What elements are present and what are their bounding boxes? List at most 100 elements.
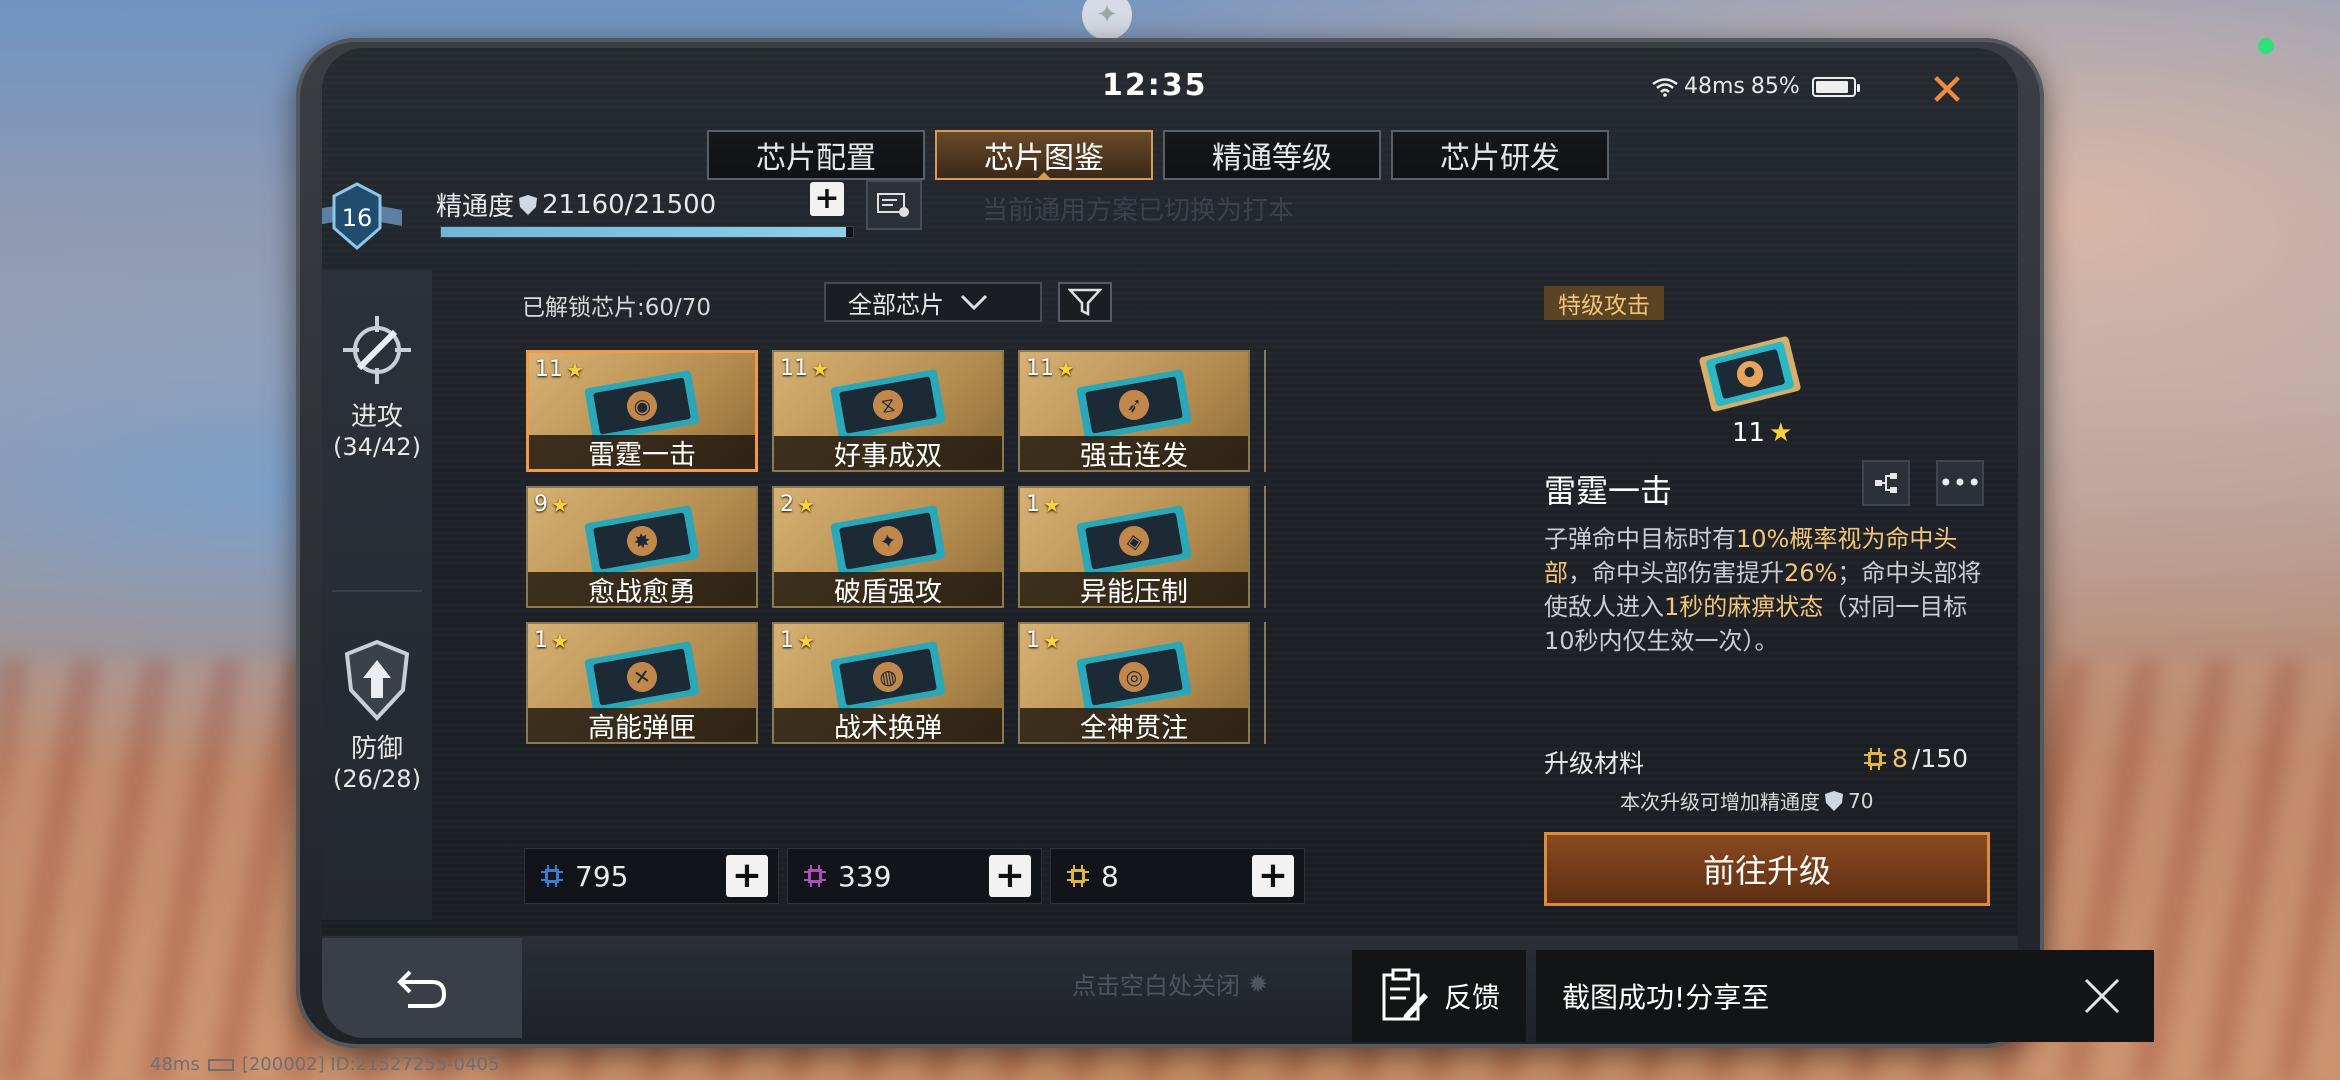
chip-name: 全神贯注 — [1020, 708, 1248, 742]
chip-name: 雷霆一击 — [529, 435, 755, 469]
star-icon: ★ — [1043, 492, 1061, 517]
chip-card[interactable]: 1★⚡狂猛奔袭 — [1264, 622, 1266, 744]
side-nav-defense[interactable]: 防御 (26/28) — [322, 638, 432, 793]
chip-name: 好事成双 — [774, 436, 1002, 470]
star-icon: ★ — [1043, 628, 1061, 653]
chip-level-value: 1 — [780, 628, 794, 653]
chip-art-icon: ✦ — [830, 505, 946, 577]
star-icon: ★ — [797, 628, 815, 653]
chip-level-value: 11 — [780, 356, 808, 381]
wifi-icon — [1652, 77, 1678, 97]
battery-text: 85% — [1750, 74, 1800, 99]
resource-add-button[interactable]: + — [989, 855, 1031, 897]
scheme-icon — [877, 193, 909, 217]
back-button[interactable] — [322, 938, 522, 1038]
selected-chip-level-value: 11 — [1732, 418, 1766, 448]
mastery-value: 21160/21500 — [542, 189, 717, 220]
selected-chip-name: 雷霆一击 — [1544, 472, 1673, 510]
selected-chip-level: 11 ★ — [1732, 418, 1792, 448]
back-arrow-icon — [397, 970, 447, 1008]
chip-card[interactable]: 1★⟋格斗大师 — [1264, 486, 1266, 608]
close-icon[interactable]: ✕ — [1922, 66, 1972, 116]
chip-filter-select[interactable]: 全部芯片 — [824, 282, 1042, 322]
mastery-label: 精通度 — [436, 192, 515, 222]
upgrade-note-prefix: 本次升级可增加精通度 — [1620, 790, 1820, 814]
chip-card[interactable]: 1 ★ ◎ 全神贯注 — [1018, 622, 1250, 744]
chip-name: 破盾强攻 — [774, 572, 1002, 606]
resource-item: 8 + — [1050, 848, 1305, 904]
go-upgrade-button[interactable]: 前往升级 — [1544, 832, 1990, 906]
tab-3[interactable]: 芯片研发 — [1391, 130, 1609, 180]
tab-1[interactable]: 芯片图鉴 — [935, 130, 1153, 180]
side-nav: 进攻 (34/42) 防御 (26/28) — [322, 270, 432, 920]
chip-level-value: 1 — [534, 628, 548, 653]
chip-card[interactable]: 1 ★ ◍ 战术换弹 — [772, 622, 1004, 744]
defense-shield-icon — [344, 639, 410, 721]
resource-item: 339 + — [787, 848, 1042, 904]
gold-chip-material-icon — [1864, 747, 1886, 770]
scheme-switch-button[interactable] — [866, 180, 922, 230]
chip-card[interactable]: 11 ★ ⧖ 好事成双 — [772, 350, 1004, 472]
tab-0[interactable]: 芯片配置 — [707, 130, 925, 180]
chip-card[interactable]: 11 ★ ◉ 雷霆一击 — [526, 350, 758, 472]
blue-chip-material-icon — [541, 865, 563, 887]
tab-2[interactable]: 精通等级 — [1163, 130, 1381, 180]
chip-level: 11 ★ — [535, 357, 584, 382]
resource-value: 339 — [838, 859, 892, 893]
chip-art-icon: ◍ — [830, 641, 946, 713]
chip-art-icon: ⧖ — [830, 369, 946, 441]
chip-level-value: 9 — [534, 492, 548, 517]
chip-level: 1 ★ — [780, 628, 815, 653]
puzzle-icon[interactable]: ✦ — [1082, 0, 1132, 40]
status-right: 48ms 85% — [1652, 74, 1860, 99]
chip-level: 9 ★ — [534, 492, 569, 517]
filter-button[interactable] — [1058, 282, 1112, 322]
chip-card[interactable]: 1 ★ ✕ 高能弹匣 — [526, 622, 758, 744]
chip-level: 11 ★ — [1026, 356, 1075, 381]
status-time: 12:35 — [1102, 68, 1208, 103]
resource-item: 795 + — [524, 848, 779, 904]
chip-card[interactable]: 9 ★ ✸ 愈战愈勇 — [526, 486, 758, 608]
chip-card[interactable]: 10★⟲连环暴击 — [1264, 350, 1266, 472]
resource-value: 795 — [575, 859, 629, 893]
chip-card[interactable]: 2 ★ ✦ 破盾强攻 — [772, 486, 1004, 608]
chip-art-icon: ➶ — [1076, 369, 1192, 441]
close-icon[interactable] — [2078, 972, 2126, 1020]
toast-message: 截图成功!分享至 — [1562, 981, 1770, 1014]
resource-add-button[interactable]: + — [1252, 855, 1294, 897]
chip-name: 异能压制 — [1020, 572, 1248, 606]
upgrade-material-required: /150 — [1911, 744, 1969, 773]
description-text: 子弹命中目标时有 — [1544, 525, 1736, 553]
mastery-add-button[interactable]: + — [810, 182, 844, 216]
mastery-level: 16 — [342, 204, 373, 232]
feedback-button[interactable]: 反馈 — [1352, 950, 1526, 1042]
more-options-button[interactable]: ••• — [1936, 460, 1984, 506]
chip-level-value: 11 — [1026, 356, 1054, 381]
chip-tree-button[interactable] — [1862, 460, 1910, 506]
resource-add-button[interactable]: + — [726, 855, 768, 897]
level-badge-icon: 16 — [322, 182, 402, 250]
description-highlight: 1秒的麻痹状态 — [1664, 593, 1824, 621]
battery-icon — [1811, 76, 1860, 97]
chip-name: 战术换弹 — [774, 708, 1002, 742]
debug-ping: 48ms — [150, 1054, 200, 1075]
star-icon: ★ — [551, 492, 569, 517]
side-nav-defense-count: (26/28) — [333, 765, 421, 793]
chip-level: 2 ★ — [780, 492, 815, 517]
chip-art-icon: ◈ — [1076, 505, 1192, 577]
tab-bar: 芯片配置 芯片图鉴 精通等级 芯片研发 — [707, 130, 1609, 180]
chip-grid: 11★◉雷霆一击11★⧖好事成双11★➶强击连发10★⟲连环暴击9★✸愈战愈勇2… — [526, 350, 1266, 750]
star-icon: ★ — [1769, 418, 1793, 448]
resource-value: 8 — [1101, 859, 1119, 893]
chip-description: 子弹命中目标时有10%概率视为命中头部，命中头部伤害提升26%；命中头部将使敌人… — [1544, 522, 1994, 658]
mastery-row: 精通度 21160/21500 — [436, 186, 716, 223]
side-nav-attack-count: (34/42) — [333, 433, 421, 461]
mastery-shield-icon — [519, 194, 538, 215]
chip-art-icon: ◎ — [1076, 641, 1192, 713]
upgrade-material-current: 8 — [1892, 744, 1908, 773]
chip-level: 11 ★ — [780, 356, 829, 381]
chip-card[interactable]: 1 ★ ◈ 异能压制 — [1018, 486, 1250, 608]
close-hint: 点击空白处关闭 ✹ — [1072, 966, 1268, 1001]
side-nav-attack[interactable]: 进攻 (34/42) — [322, 310, 432, 461]
chip-card[interactable]: 11 ★ ➶ 强击连发 — [1018, 350, 1250, 472]
